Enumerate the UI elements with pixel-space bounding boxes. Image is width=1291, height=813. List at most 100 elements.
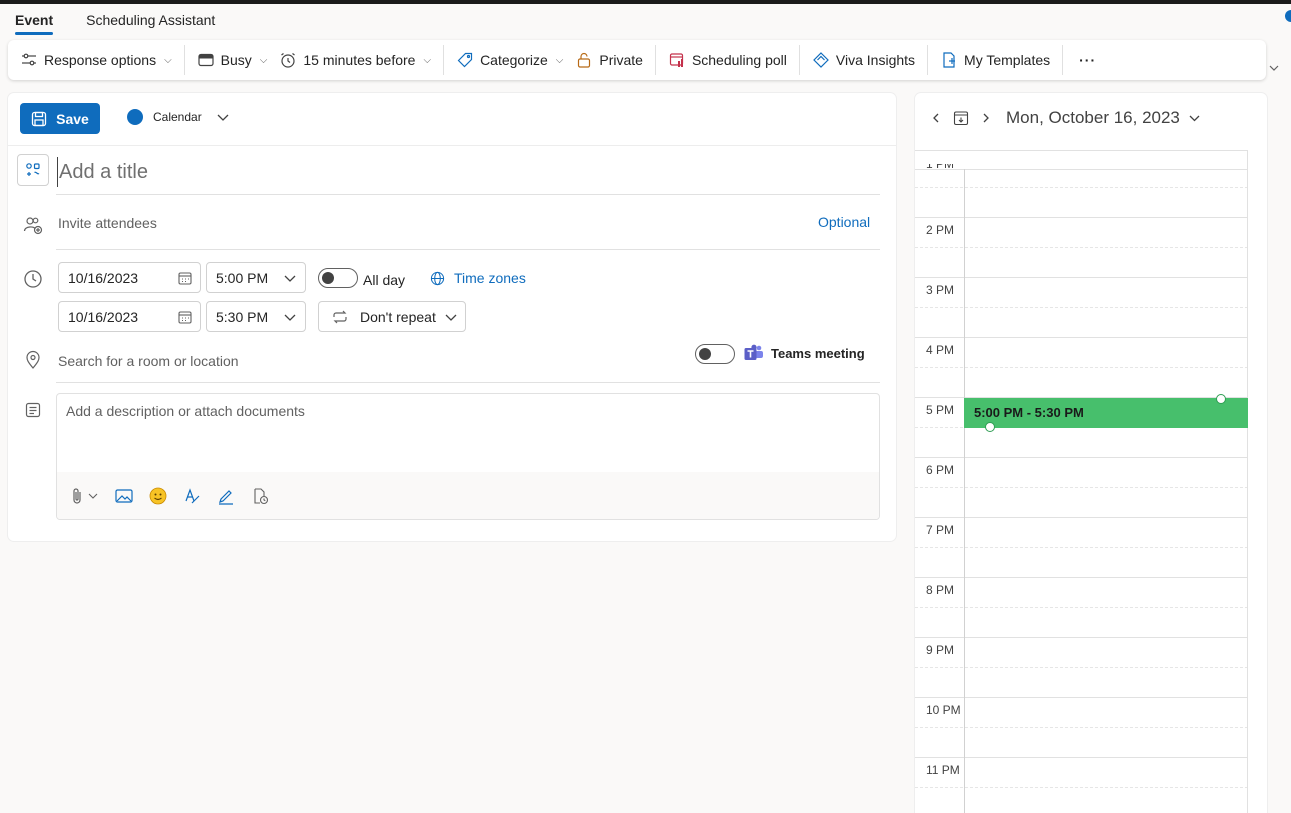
my-templates-button[interactable]: My Templates <box>940 40 1050 80</box>
toggle-knob <box>322 272 334 284</box>
viva-insights-button[interactable]: Viva Insights <box>812 40 915 80</box>
chevron-down-icon <box>1189 115 1200 121</box>
hour-label: 7 PM <box>926 523 955 537</box>
reminder-dropdown[interactable]: 15 minutes before ⌵ <box>279 40 431 80</box>
teams-meeting-label: Teams meeting <box>771 346 865 361</box>
categorize-button[interactable]: Categorize ⌵ <box>456 40 563 80</box>
tab-event[interactable]: Event <box>15 4 54 38</box>
grid-top-border <box>915 150 1248 151</box>
chevron-down-icon <box>88 493 98 499</box>
show-as-dropdown[interactable]: Busy ⌵ <box>197 40 267 80</box>
repeat-icon <box>333 310 347 323</box>
new-event-block[interactable]: 5:00 PM - 5:30 PM <box>964 398 1248 428</box>
save-icon <box>31 111 47 126</box>
tab-scheduling-assistant[interactable]: Scheduling Assistant <box>86 4 215 38</box>
previous-day-button[interactable] <box>925 107 947 129</box>
chevron-left-icon <box>933 113 939 123</box>
repeat-dropdown[interactable]: Don't repeat <box>318 301 466 332</box>
toolbar-divider <box>443 45 445 75</box>
chevron-right-icon <box>983 113 989 123</box>
insert-picture-button[interactable] <box>115 488 133 504</box>
calendar-selector[interactable]: Calendar <box>127 109 230 125</box>
all-day-label: All day <box>363 272 406 288</box>
toggle-knob <box>699 348 711 360</box>
chevron-down-icon <box>445 314 457 321</box>
hour-label: 4 PM <box>926 343 955 357</box>
chevron-down-icon: ⌵ <box>555 54 564 66</box>
viva-insights-icon <box>813 52 829 68</box>
end-time-value: 5:30 PM <box>216 308 269 325</box>
event-form: Save Calendar Optional 10/16/2023 5:00 P… <box>8 93 896 541</box>
hour-label: 3 PM <box>926 283 955 297</box>
description-editor[interactable]: Add a description or attach documents <box>56 393 880 520</box>
attach-button[interactable] <box>71 487 99 505</box>
date-picker-button[interactable]: Mon, October 16, 2023 <box>1006 108 1201 128</box>
calendar-today-icon <box>953 111 969 126</box>
busy-icon <box>198 53 214 67</box>
description-placeholder: Add a description or attach documents <box>66 403 305 419</box>
hour-label: 2 PM <box>926 223 955 237</box>
my-templates-label: My Templates <box>964 52 1051 68</box>
scheduling-poll-label: Scheduling poll <box>691 52 787 68</box>
attendees-input[interactable] <box>58 213 658 233</box>
day-time-grid[interactable]: 1 PM 2 PM 3 PM 4 PM 5 PM 6 PM 7 PM 8 PM … <box>915 150 1248 813</box>
calendar-label: Calendar <box>153 110 202 124</box>
description-toolbar <box>57 472 879 519</box>
toolbar-divider <box>654 45 656 75</box>
globe-icon <box>430 271 445 285</box>
emoji-button[interactable] <box>149 487 167 505</box>
teams-meeting-toggle[interactable] <box>695 344 735 364</box>
calendar-navigation: Mon, October 16, 2023 <box>925 107 1201 129</box>
unlock-icon <box>578 52 591 68</box>
reminder-label: 15 minutes before <box>303 52 416 68</box>
all-day-toggle[interactable] <box>318 268 358 288</box>
hour-label: 5 PM <box>926 403 955 417</box>
hour-label: 9 PM <box>926 643 955 657</box>
clock-icon <box>22 268 44 290</box>
hour-label: 6 PM <box>926 463 955 477</box>
scheduling-poll-button[interactable]: Scheduling poll <box>668 40 787 80</box>
ribbon-toolbar: Response options ⌵ Busy ⌵ 15 minutes bef… <box>8 40 1266 80</box>
chevron-down-icon <box>284 275 296 282</box>
private-button[interactable]: Private <box>575 40 643 80</box>
next-day-button[interactable] <box>975 107 997 129</box>
start-time-value: 5:00 PM <box>216 269 269 286</box>
chevron-down-icon: ⌵ <box>423 54 432 66</box>
day-calendar-panel: Mon, October 16, 2023 1 PM 2 PM 3 PM 4 P… <box>915 93 1267 813</box>
chevron-down-icon[interactable] <box>1268 62 1280 74</box>
hour-label: 10 PM <box>926 703 961 717</box>
loop-component-button[interactable] <box>251 487 269 505</box>
edge-indicator <box>1285 10 1291 22</box>
response-options-label: Response options <box>44 52 157 68</box>
start-time-dropdown[interactable]: 5:00 PM <box>206 262 306 293</box>
optional-attendees-link[interactable]: Optional <box>818 214 870 230</box>
start-date-picker[interactable]: 10/16/2023 <box>58 262 201 293</box>
format-text-button[interactable] <box>183 487 201 505</box>
text-format-icon <box>185 487 200 503</box>
time-zones-link[interactable]: Time zones <box>430 270 526 286</box>
location-input[interactable] <box>58 351 558 371</box>
title-underline <box>56 194 880 195</box>
start-date-value: 10/16/2023 <box>68 269 139 286</box>
event-resize-handle-bottom[interactable] <box>985 422 995 432</box>
location-pin-icon <box>22 349 44 371</box>
end-date-picker[interactable]: 10/16/2023 <box>58 301 201 332</box>
end-time-dropdown[interactable]: 5:30 PM <box>206 301 306 332</box>
event-icon-picker-button[interactable] <box>17 154 49 186</box>
document-sync-icon <box>254 487 269 504</box>
emoji-icon <box>149 487 167 504</box>
more-options-button[interactable]: ··· <box>1079 40 1096 80</box>
viva-insights-label: Viva Insights <box>835 52 916 68</box>
teams-icon <box>744 344 763 360</box>
time-zones-label: Time zones <box>454 270 526 286</box>
grid-right-border <box>1247 150 1248 813</box>
save-button[interactable]: Save <box>20 103 100 134</box>
attendees-underline <box>56 249 880 250</box>
go-to-today-button[interactable] <box>950 107 972 129</box>
tab-bar: Event Scheduling Assistant <box>0 4 233 38</box>
event-resize-handle-top[interactable] <box>1216 394 1226 404</box>
chevron-down-icon <box>217 114 229 121</box>
response-options-button[interactable]: Response options ⌵ <box>20 40 172 80</box>
title-input[interactable] <box>57 157 877 187</box>
signature-button[interactable] <box>217 487 235 505</box>
